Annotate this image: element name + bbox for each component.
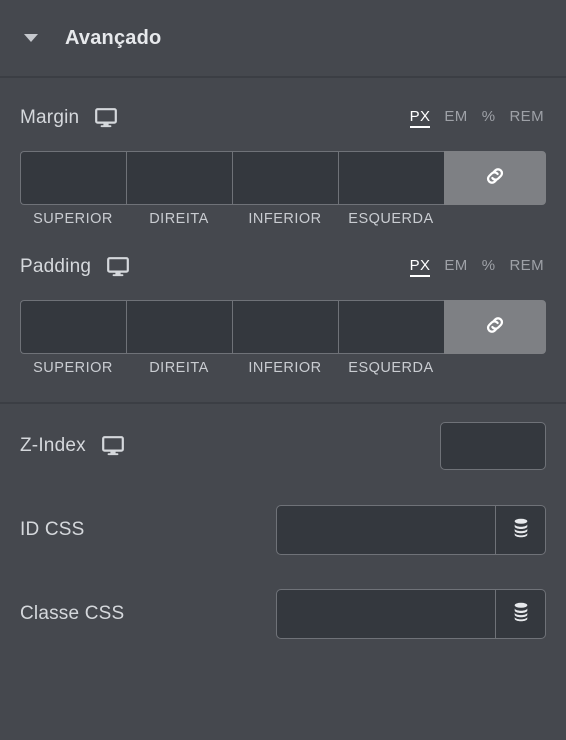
padding-labels-spacer	[444, 360, 546, 376]
margin-labels-spacer	[444, 211, 546, 227]
padding-bottom-input[interactable]	[232, 300, 338, 354]
margin-top-input[interactable]	[20, 151, 126, 205]
advanced-settings-panel: Avançado Margin PX EM % REM SUPERIOR DIR…	[0, 0, 566, 740]
margin-header-row: Margin PX EM % REM	[20, 104, 546, 132]
css-class-dynamic-tags-button[interactable]	[496, 589, 546, 639]
margin-label-top: SUPERIOR	[33, 211, 113, 227]
margin-unit-pct[interactable]: %	[482, 108, 496, 126]
padding-label-left: ESQUERDA	[348, 360, 434, 376]
css-id-label: ID CSS	[20, 519, 85, 540]
padding-unit-em[interactable]: EM	[444, 257, 467, 275]
css-id-control: ID CSS	[0, 488, 566, 572]
database-stack-icon	[512, 602, 530, 627]
margin-link-values-button[interactable]	[444, 151, 546, 205]
margin-label-right: DIREITA	[149, 211, 209, 227]
padding-link-values-button[interactable]	[444, 300, 546, 354]
desktop-monitor-icon[interactable]	[101, 436, 124, 456]
padding-unit-rem[interactable]: REM	[509, 257, 544, 275]
margin-label: Margin	[20, 107, 80, 128]
desktop-monitor-icon[interactable]	[95, 108, 118, 128]
margin-label-left: ESQUERDA	[348, 211, 434, 227]
padding-header-row: Padding PX EM % REM	[20, 253, 546, 281]
padding-unit-switcher[interactable]: PX EM % REM	[409, 257, 546, 277]
margin-label-bottom: INFERIOR	[248, 211, 322, 227]
z-index-label: Z-Index	[20, 435, 86, 456]
margin-unit-switcher[interactable]: PX EM % REM	[409, 108, 546, 128]
padding-unit-pct[interactable]: %	[482, 257, 496, 275]
margin-unit-px[interactable]: PX	[409, 108, 431, 128]
margin-right-input[interactable]	[126, 151, 232, 205]
margin-dimension-labels: SUPERIOR DIREITA INFERIOR ESQUERDA	[20, 211, 546, 227]
margin-unit-rem[interactable]: REM	[509, 108, 544, 126]
link-chain-icon	[482, 312, 508, 343]
z-index-input[interactable]	[440, 422, 546, 470]
link-chain-icon	[482, 163, 508, 194]
padding-control: Padding PX EM % REM SUPERIOR DIREITA INF…	[0, 227, 566, 376]
margin-left-input[interactable]	[338, 151, 444, 205]
css-class-field-group	[276, 589, 546, 639]
chevron-down-icon[interactable]	[24, 34, 38, 42]
desktop-monitor-icon[interactable]	[107, 257, 130, 277]
css-class-input[interactable]	[276, 589, 496, 639]
padding-left-input[interactable]	[338, 300, 444, 354]
database-stack-icon	[512, 518, 530, 543]
padding-label: Padding	[20, 256, 92, 277]
section-title: Avançado	[65, 26, 162, 49]
padding-dimension-labels: SUPERIOR DIREITA INFERIOR ESQUERDA	[20, 360, 546, 376]
css-class-control: Classe CSS	[0, 572, 566, 656]
margin-dimension-inputs	[20, 151, 546, 205]
margin-unit-em[interactable]: EM	[444, 108, 467, 126]
padding-label-right: DIREITA	[149, 360, 209, 376]
padding-unit-px[interactable]: PX	[409, 257, 431, 277]
padding-dimension-inputs	[20, 300, 546, 354]
section-header-advanced[interactable]: Avançado	[0, 0, 566, 78]
css-id-input[interactable]	[276, 505, 496, 555]
margin-bottom-input[interactable]	[232, 151, 338, 205]
css-class-label: Classe CSS	[20, 603, 125, 624]
padding-right-input[interactable]	[126, 300, 232, 354]
padding-label-bottom: INFERIOR	[248, 360, 322, 376]
margin-control: Margin PX EM % REM SUPERIOR DIREITA INFE…	[0, 78, 566, 227]
css-id-field-group	[276, 505, 546, 555]
padding-top-input[interactable]	[20, 300, 126, 354]
z-index-control: Z-Index	[0, 404, 566, 488]
css-id-dynamic-tags-button[interactable]	[496, 505, 546, 555]
padding-label-top: SUPERIOR	[33, 360, 113, 376]
